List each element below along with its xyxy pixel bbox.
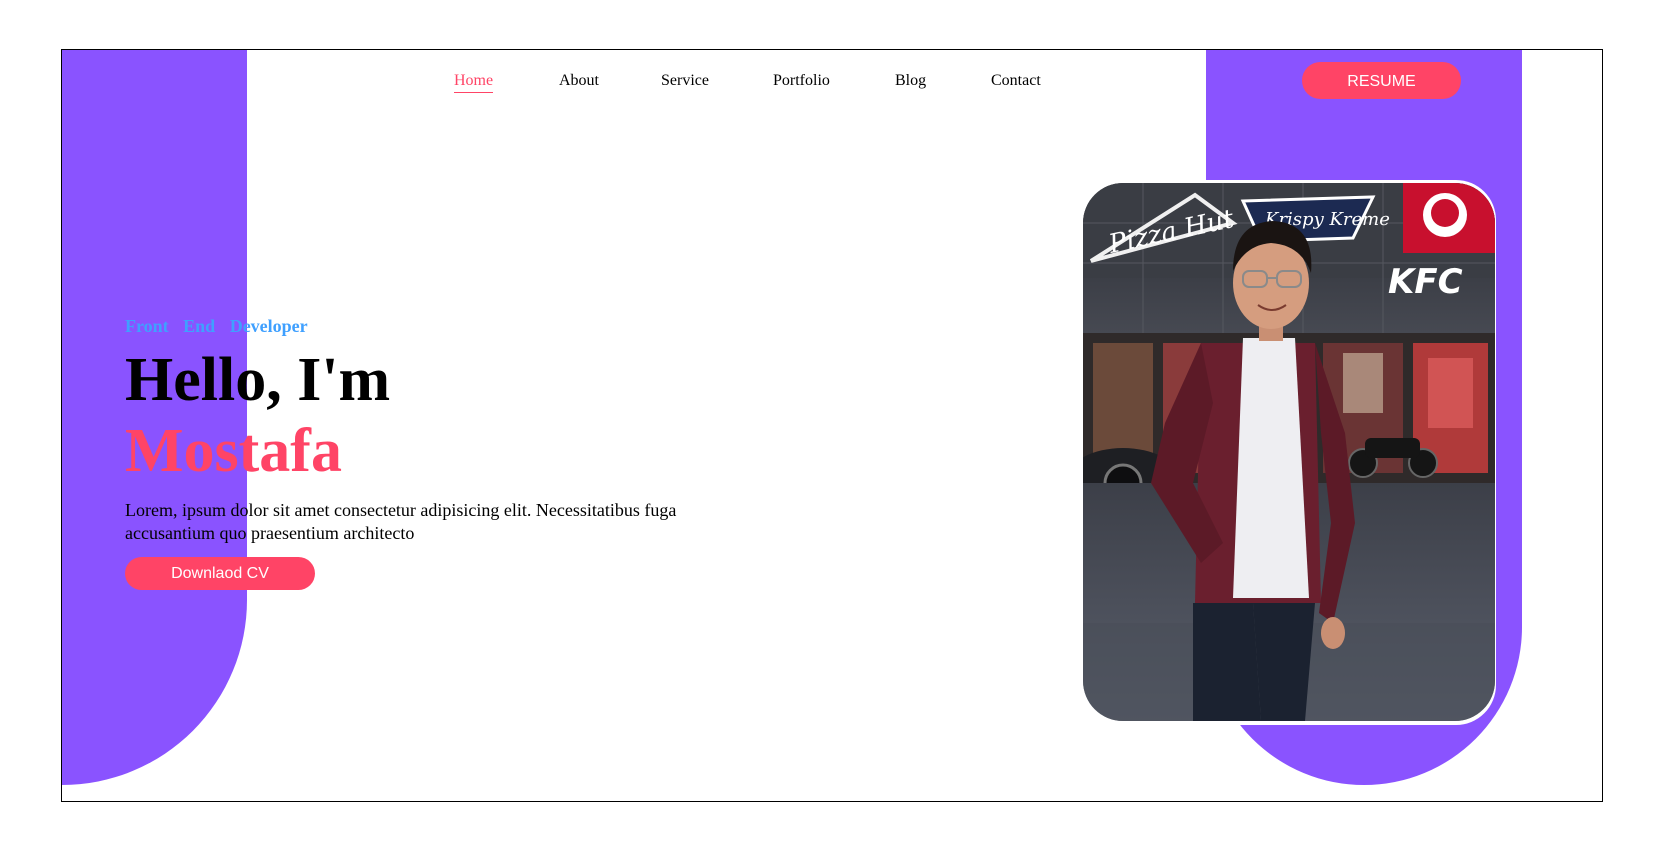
profile-photo: Pizza Hut Krispy Kreme KFC [1083, 183, 1495, 721]
resume-button[interactable]: RESUME [1302, 62, 1461, 99]
hero-greeting: Hello, I'm [125, 346, 391, 414]
nav-link-about[interactable]: About [559, 72, 599, 92]
nav-link-contact[interactable]: Contact [991, 72, 1041, 92]
nav-link-home[interactable]: Home [454, 72, 494, 93]
nav-link-blog[interactable]: Blog [895, 72, 926, 92]
kfc-text: KFC [1388, 262, 1463, 302]
hero-name: Mostafa [125, 417, 342, 485]
download-cv-button[interactable]: Downlaod CV [125, 557, 315, 590]
profile-photo-card: Pizza Hut Krispy Kreme KFC [1080, 180, 1496, 725]
role-subtitle: Front End Developer [125, 316, 308, 336]
nav-link-portfolio[interactable]: Portfolio [773, 72, 830, 92]
page-frame: Home About Service Portfolio Blog Contac… [61, 49, 1603, 802]
hero-description: Lorem, ipsum dolor sit amet consectetur … [125, 500, 677, 543]
profile-photo-illustration: Pizza Hut Krispy Kreme KFC [1083, 183, 1495, 721]
nav-link-service[interactable]: Service [661, 72, 709, 92]
hero-section: Front End Developer Hello, I'm Mostafa L… [125, 315, 805, 590]
